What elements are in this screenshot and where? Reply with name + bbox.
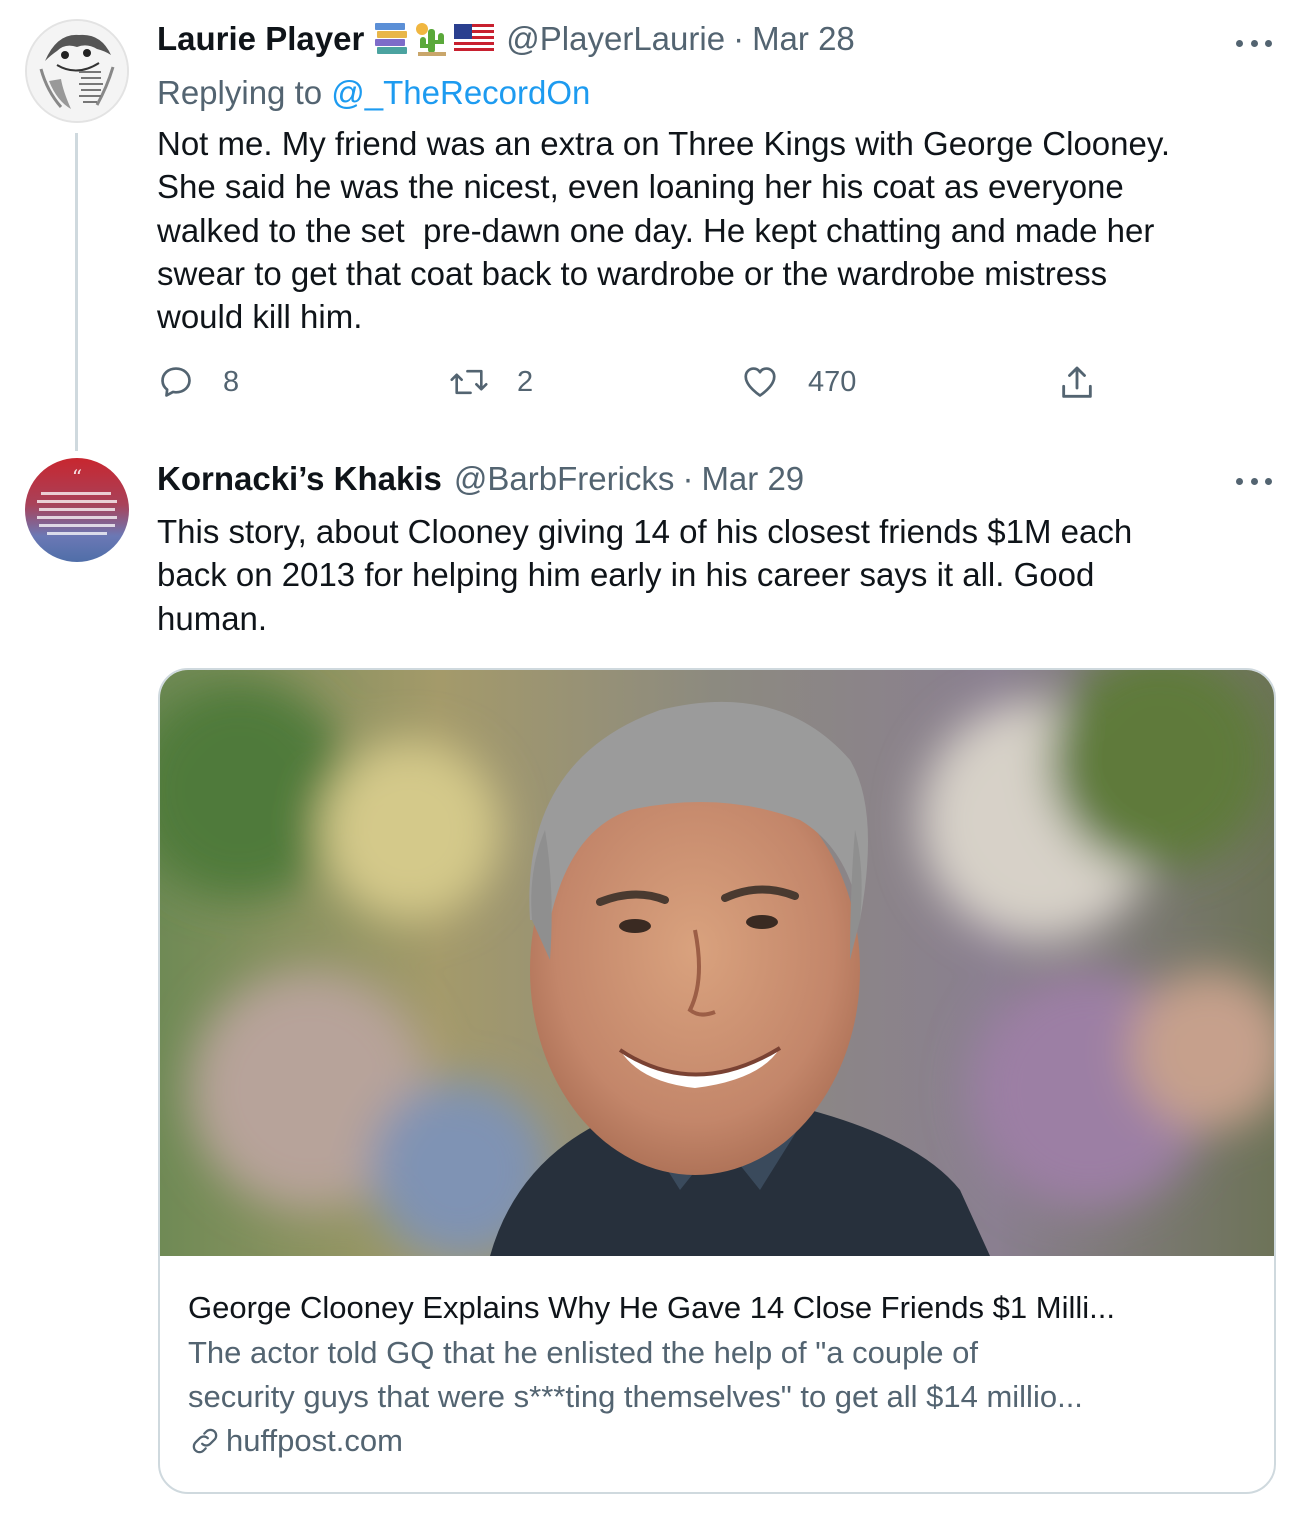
retweet-icon (450, 369, 488, 395)
card-photo (160, 670, 1274, 1256)
avatar[interactable] (25, 19, 129, 123)
author-name[interactable]: Laurie Player (157, 20, 364, 58)
link-preview-card[interactable]: George Clooney Explains Why He Gave 14 C… (158, 668, 1276, 1494)
tweet-header: Laurie Player @PlayerLaurie · Mar 28 (157, 20, 855, 58)
card-domain-text: huffpost.com (226, 1423, 403, 1458)
share-icon (1062, 366, 1092, 398)
tweet-laurie-player[interactable]: Laurie Player @PlayerLaurie · Mar 28 Rep… (0, 0, 1300, 451)
tweet-text-line: She said he was the nicest, even loaning… (157, 168, 1124, 206)
avatar[interactable]: “ (25, 458, 129, 562)
more-options-icon[interactable] (1236, 38, 1272, 48)
author-handle[interactable]: @PlayerLaurie (506, 20, 725, 58)
like-count: 470 (808, 365, 857, 398)
tweet-text: This story, about Clooney giving 14 of h… (157, 510, 1267, 640)
tweet-text-line: would kill him. (157, 298, 363, 336)
tweet-text-line: This story, about Clooney giving 14 of h… (157, 513, 1133, 550)
tweet-text-line: human. (157, 599, 268, 637)
replying-mention-link[interactable]: @_TheRecordOn (331, 74, 590, 111)
card-image-george-clooney[interactable] (160, 670, 1274, 1256)
cheshire-cat-illustration-icon (27, 21, 127, 121)
like-button[interactable]: 470 (740, 363, 856, 401)
tweet-kornackis-khakis[interactable]: “ Kornacki’s Khakis @BarbFrericks · Mar … (0, 440, 1300, 1516)
tweet-actions: 8 2 470 (157, 363, 1157, 407)
cactus-emoji-icon (416, 23, 447, 56)
retweet-count: 2 (517, 365, 534, 398)
heart-icon (744, 367, 776, 397)
replying-to: Replying to @_TheRecordOn (157, 74, 590, 112)
share-button[interactable] (1057, 363, 1097, 403)
card-title[interactable]: George Clooney Explains Why He Gave 14 C… (188, 1288, 1248, 1328)
tweet-date[interactable]: Mar 28 (752, 20, 855, 58)
us-flag-emoji-icon (454, 24, 495, 54)
tweet-header: Kornacki’s Khakis @BarbFrericks · Mar 29 (157, 460, 804, 498)
tweet-text-line: swear to get that coat back to wardrobe … (157, 254, 1108, 292)
author-name[interactable]: Kornacki’s Khakis (157, 460, 442, 498)
separator-dot: · (682, 460, 694, 497)
card-description-line: security guys that were s***ting themsel… (188, 1379, 1083, 1414)
tweet-date[interactable]: Mar 29 (701, 460, 804, 498)
quote-avatar-image: “ (37, 465, 117, 535)
name-emojis (374, 21, 495, 57)
card-domain[interactable]: huffpost.com (188, 1419, 1248, 1463)
reply-icon (161, 367, 191, 397)
tweet-text-line: Not me. My friend was an extra on Three … (157, 125, 1171, 162)
author-handle[interactable]: @BarbFrericks (454, 460, 675, 498)
separator-dot: · (733, 20, 745, 57)
card-meta: George Clooney Explains Why He Gave 14 C… (188, 1288, 1248, 1463)
card-description: The actor told GQ that he enlisted the h… (188, 1331, 1248, 1419)
books-emoji-icon (375, 23, 408, 54)
reply-count: 8 (223, 365, 240, 398)
reply-button[interactable]: 8 (157, 363, 239, 401)
tweet-text: Not me. My friend was an extra on Three … (157, 122, 1267, 338)
tweet-text-line: back on 2013 for helping him early in hi… (157, 556, 1095, 594)
svg-text:“: “ (72, 465, 82, 489)
replying-prefix: Replying to (157, 74, 332, 111)
retweet-button[interactable]: 2 (449, 363, 533, 401)
card-description-line: The actor told GQ that he enlisted the h… (188, 1335, 978, 1370)
thread-connector-line (75, 133, 78, 451)
link-icon (192, 1428, 218, 1454)
tweet-text-line: walked to the set pre-dawn one day. He k… (157, 211, 1155, 249)
more-options-icon[interactable] (1236, 476, 1272, 486)
